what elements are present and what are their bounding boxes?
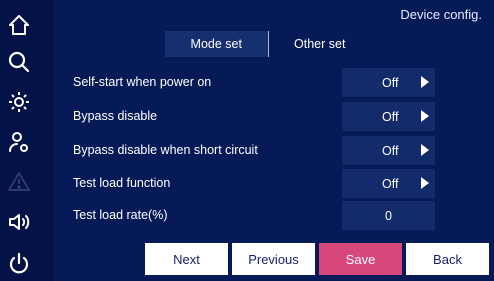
right-arrow-icon	[421, 177, 429, 189]
home-icon[interactable]	[6, 12, 32, 38]
tab-mode-set[interactable]: Mode set	[165, 31, 269, 57]
setting-value-bypass-disable[interactable]: Off	[342, 102, 435, 131]
setting-value-text: Off	[382, 109, 399, 124]
setting-value-self-start[interactable]: Off	[342, 68, 435, 97]
speaker-icon[interactable]	[6, 209, 32, 235]
setting-value-test-load[interactable]: Off	[342, 169, 435, 198]
back-button[interactable]: Back	[406, 243, 489, 275]
setting-value-test-load-rate[interactable]: 0	[342, 201, 435, 230]
right-arrow-icon	[421, 144, 429, 156]
setting-value-text: Off	[382, 75, 399, 90]
setting-label-bypass-disable: Bypass disable	[73, 109, 158, 123]
warning-icon	[6, 169, 32, 195]
search-icon[interactable]	[6, 49, 32, 75]
save-button[interactable]: Save	[319, 243, 402, 275]
right-arrow-icon	[421, 110, 429, 122]
setting-value-bypass-short[interactable]: Off	[342, 136, 435, 165]
next-button[interactable]: Next	[145, 243, 228, 275]
setting-label-self-start: Self-start when power on	[73, 75, 212, 89]
tab-bar: Mode set Other set	[165, 31, 371, 57]
page-title: Device config.	[400, 7, 482, 22]
setting-value-text: 0	[385, 208, 392, 223]
setting-value-text: Off	[382, 176, 399, 191]
power-icon[interactable]	[6, 251, 32, 277]
right-arrow-icon	[421, 76, 429, 88]
sidebar	[0, 0, 40, 281]
setting-label-bypass-short: Bypass disable when short circuit	[73, 143, 258, 157]
setting-label-test-load-rate: Test load rate(%)	[73, 208, 168, 222]
settings-icon[interactable]	[6, 89, 32, 115]
tab-other-set[interactable]: Other set	[269, 31, 372, 57]
setting-label-test-load: Test load function	[73, 176, 171, 190]
previous-button[interactable]: Previous	[232, 243, 315, 275]
setting-value-text: Off	[382, 143, 399, 158]
user-settings-icon[interactable]	[6, 129, 32, 155]
